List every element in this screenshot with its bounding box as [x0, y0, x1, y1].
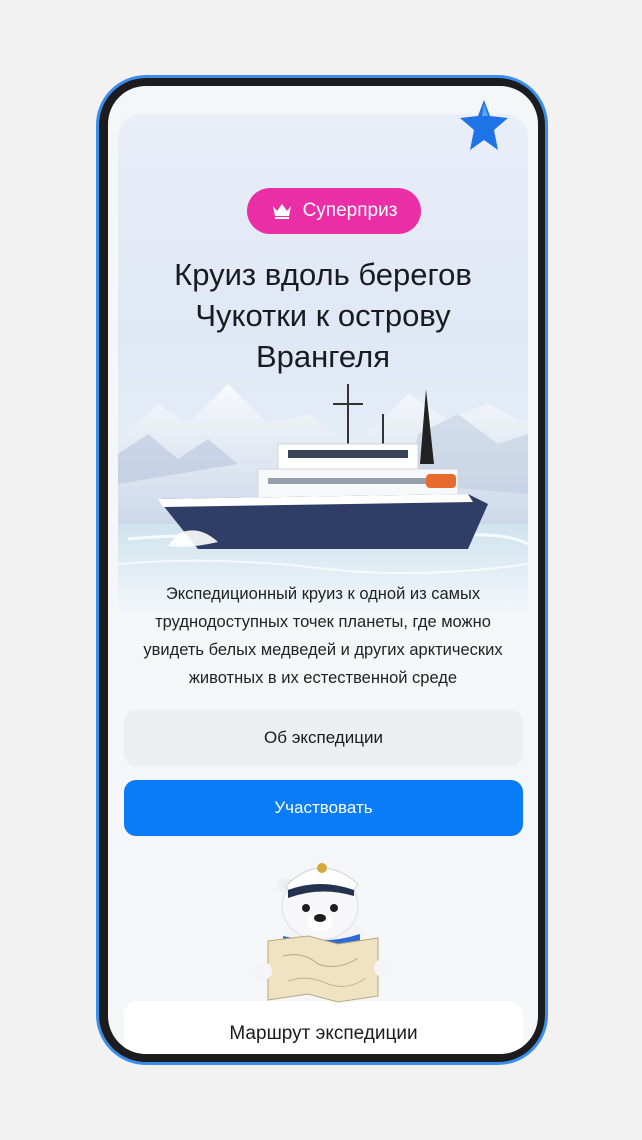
polar-bear-captain-mascot [254, 863, 392, 1003]
about-expedition-button[interactable]: Об экспедиции [124, 710, 523, 766]
expedition-ship-illustration [158, 384, 488, 549]
participate-button[interactable]: Участвовать [124, 780, 523, 836]
badge-label: Суперприз [302, 200, 398, 221]
hero-banner: Суперприз Круиз вдоль берегов Чукотки к … [118, 114, 528, 614]
cruise-title: Круиз вдоль берегов Чукотки к острову Вр… [174, 257, 472, 374]
superprize-badge: Суперприз [247, 188, 421, 234]
crown-icon [272, 204, 291, 219]
route-card-title: Маршрут экспедиции [229, 1023, 418, 1044]
blue-star-icon [460, 100, 508, 150]
route-card[interactable]: Маршрут экспедиции [124, 1001, 523, 1054]
cruise-description: Экспедиционный круиз к одной из самых тр… [143, 585, 503, 687]
phone-screen: Суперприз Круиз вдоль берегов Чукотки к … [108, 86, 538, 1054]
